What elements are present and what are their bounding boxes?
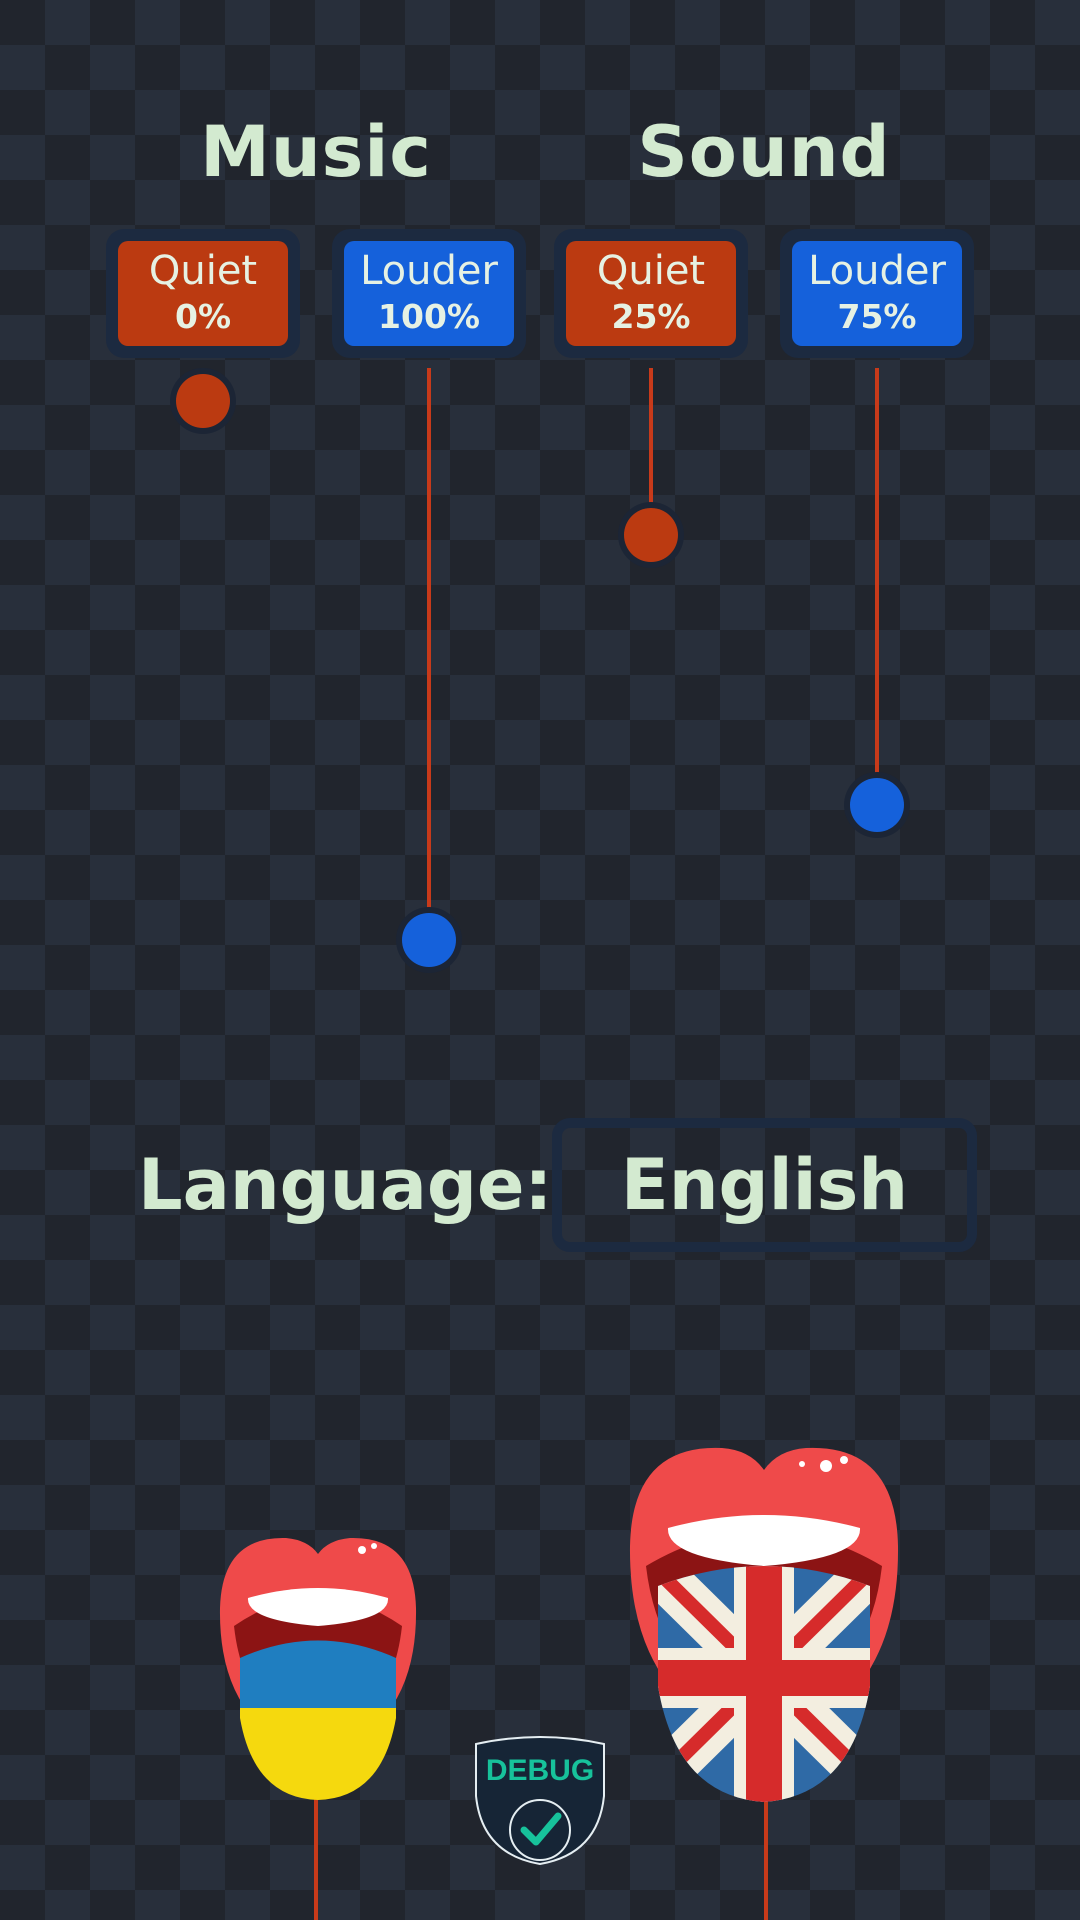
- music-quiet-label: Quiet: [148, 247, 258, 294]
- sound-quiet-button[interactable]: Quiet 25%: [554, 229, 748, 358]
- music-louder-knob[interactable]: [402, 913, 456, 967]
- ukrainian-tongue-icon[interactable]: [212, 1528, 424, 1804]
- english-tongue-string: [764, 1795, 768, 1920]
- sound-louder-button[interactable]: Louder 75%: [780, 229, 974, 358]
- language-label: Language:: [138, 1144, 553, 1226]
- sound-louder-string: [875, 368, 879, 780]
- music-louder-string: [427, 368, 431, 914]
- music-louder-value: 100%: [378, 296, 480, 336]
- language-selected-value: English: [620, 1144, 909, 1226]
- sound-quiet-label: Quiet: [596, 247, 706, 294]
- debug-label: DEBUG: [486, 1754, 594, 1787]
- sound-heading: Sound: [637, 111, 891, 193]
- music-louder-label: Louder: [360, 247, 498, 294]
- language-selector[interactable]: English: [552, 1118, 977, 1252]
- sound-louder-knob[interactable]: [850, 778, 904, 832]
- sound-quiet-value: 25%: [611, 296, 691, 336]
- debug-badge[interactable]: DEBUG: [472, 1736, 608, 1873]
- music-quiet-knob[interactable]: [176, 374, 230, 428]
- ukrainian-tongue-string: [314, 1795, 318, 1920]
- sound-quiet-string: [649, 368, 653, 510]
- music-quiet-value: 0%: [174, 296, 232, 336]
- music-quiet-button[interactable]: Quiet 0%: [106, 229, 300, 358]
- sound-quiet-knob[interactable]: [624, 508, 678, 562]
- sound-louder-value: 75%: [837, 296, 917, 336]
- music-heading: Music: [200, 111, 432, 193]
- sound-louder-label: Louder: [808, 247, 946, 294]
- music-louder-button[interactable]: Louder 100%: [332, 229, 526, 358]
- english-tongue-icon[interactable]: [622, 1436, 906, 1806]
